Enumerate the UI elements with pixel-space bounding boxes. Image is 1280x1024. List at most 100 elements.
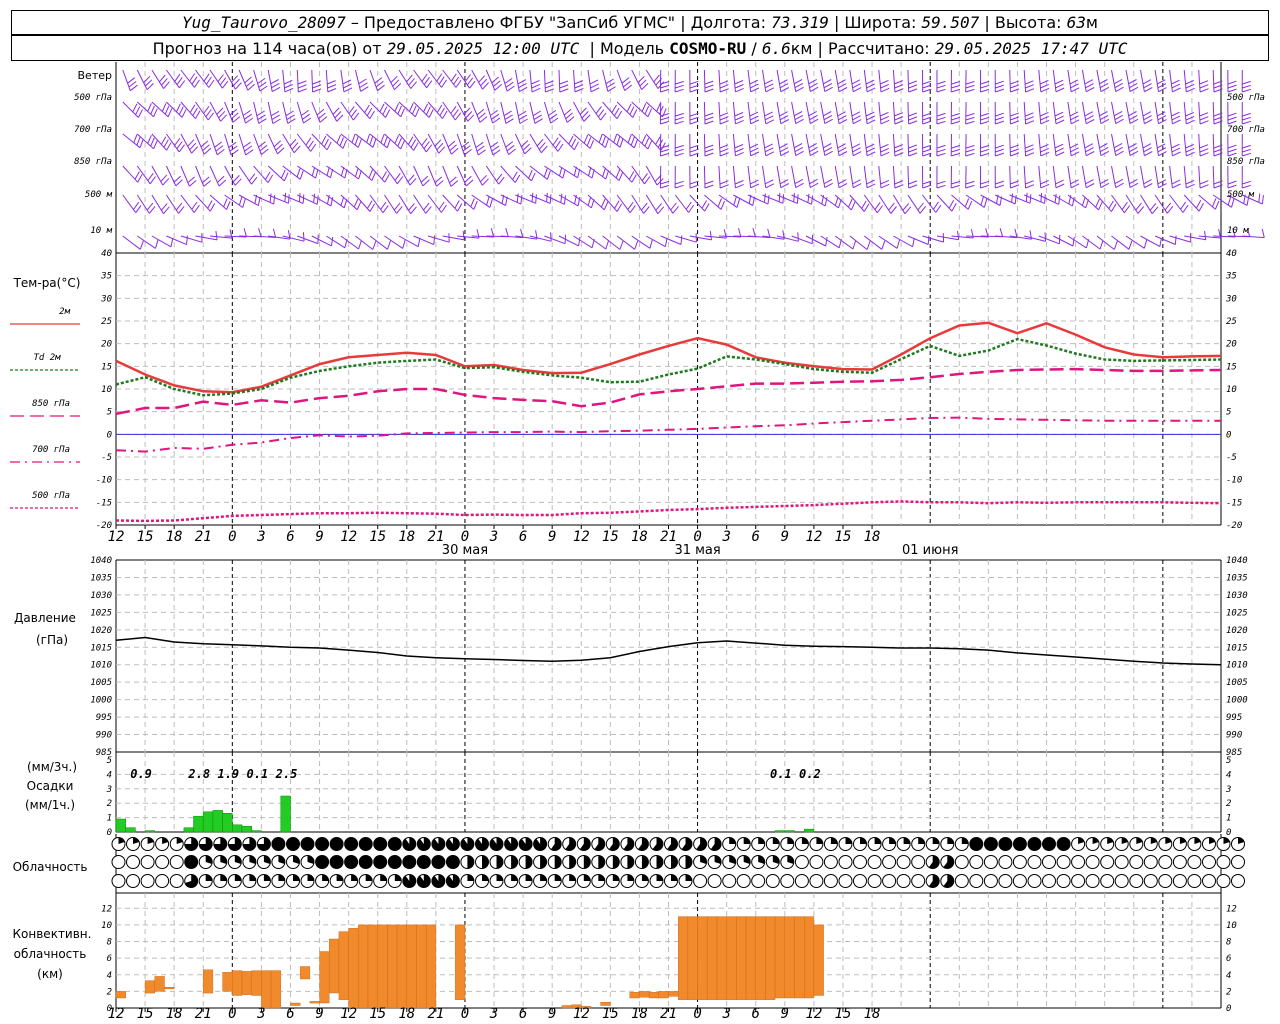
cloud-symbol xyxy=(1143,874,1158,888)
temp-tick-right: 10 xyxy=(1226,385,1237,395)
conv-tick-left: 2 xyxy=(107,987,112,997)
cloud-symbol-fill xyxy=(969,837,983,851)
cloud-symbol-fill xyxy=(330,837,344,851)
cloud-symbol-fill xyxy=(845,837,852,844)
wind-barb xyxy=(136,165,156,185)
wind-barb xyxy=(282,69,294,93)
conv-bar xyxy=(639,991,650,998)
cloud-symbol xyxy=(954,874,969,888)
wind-barb xyxy=(1140,69,1153,93)
cloud-symbol xyxy=(1071,855,1086,869)
cloud-symbol-fill xyxy=(1057,837,1071,851)
wind-barb xyxy=(573,101,591,122)
wind-barb xyxy=(1052,133,1065,157)
wind-barb xyxy=(442,165,459,187)
wind-barb xyxy=(602,69,616,92)
time-axis-label: 15 xyxy=(369,529,386,545)
conv-title-2: облачность xyxy=(14,947,87,961)
time-axis-label: 12 xyxy=(340,529,357,545)
cloud-symbol-fill xyxy=(540,874,547,881)
wind-barb xyxy=(849,101,862,125)
conv-bar xyxy=(426,924,437,1009)
cloud-symbol xyxy=(1231,855,1245,869)
time-axis-label: 18 xyxy=(166,529,183,545)
wind-barb xyxy=(413,165,430,187)
wind-barb xyxy=(791,234,814,245)
temp-title: Тем-ра(°С) xyxy=(13,276,81,290)
cloud-symbol-fill xyxy=(947,837,954,844)
cloud-symbol xyxy=(111,874,126,888)
temp-tick-right: 40 xyxy=(1226,249,1237,259)
pres-tick-right: 1030 xyxy=(1226,591,1248,601)
cloud-symbol-fill xyxy=(446,855,460,869)
cloud-symbol xyxy=(794,855,809,869)
wind-barb xyxy=(1183,165,1195,189)
precip-total-label: 1.9 xyxy=(217,767,239,781)
time-axis-label: 21 xyxy=(660,1006,677,1022)
cloud-symbol-fill xyxy=(525,874,533,881)
time-axis-label: 6 xyxy=(519,1006,527,1022)
wind-barb xyxy=(616,194,636,213)
time-axis-label: 18 xyxy=(398,1006,415,1022)
wind-barb xyxy=(573,69,584,93)
pres-tick-right: 1040 xyxy=(1226,556,1248,566)
wind-barb xyxy=(878,165,890,189)
pres-tick-left: 1035 xyxy=(90,573,112,583)
wind-barb xyxy=(209,229,233,239)
cloud-symbol-fill xyxy=(932,837,940,844)
conv-bar xyxy=(396,924,408,1009)
wind-barb xyxy=(209,101,228,122)
conv-bar xyxy=(241,971,252,995)
wind-barb xyxy=(224,165,242,186)
wind-barb xyxy=(1154,165,1167,189)
wind-barb xyxy=(471,165,489,186)
time-axis-label: 3 xyxy=(721,1006,730,1022)
wind-barb xyxy=(747,101,760,125)
wind-barb xyxy=(1038,69,1050,93)
precip-total-label: 2.5 xyxy=(275,767,298,781)
wind-barb xyxy=(325,101,344,122)
wind-barb xyxy=(936,230,960,241)
wind-barb xyxy=(674,194,695,213)
cloud-symbol-fill xyxy=(554,855,562,869)
cloud-symbol xyxy=(983,874,998,888)
time-axis-label: 12 xyxy=(805,529,822,545)
wind-barb xyxy=(1053,194,1075,207)
wind-barb xyxy=(587,101,607,121)
wind-barb xyxy=(500,101,514,124)
cloud-symbol-fill xyxy=(359,837,373,851)
cloud-symbol-fill xyxy=(511,874,518,881)
wind-barb xyxy=(1096,165,1110,189)
time-axis-label: 15 xyxy=(835,529,852,545)
time-axis-label: 15 xyxy=(602,1006,619,1022)
conv-tick-right: 8 xyxy=(1226,938,1231,948)
conv-tick-right: 10 xyxy=(1226,921,1237,931)
precip-tick-right: 0 xyxy=(1226,828,1231,838)
temp-tick-right: 20 xyxy=(1226,340,1237,350)
wind-barb xyxy=(1125,69,1139,93)
cloud-symbol xyxy=(1172,855,1187,869)
cloud-symbol xyxy=(911,874,926,888)
conv-bar xyxy=(600,1002,611,1006)
precip-bar xyxy=(784,830,795,833)
conv-tick-left: 12 xyxy=(101,904,112,914)
cloud-symbol xyxy=(1158,874,1173,888)
time-axis-label: 15 xyxy=(137,1006,154,1022)
wind-barb xyxy=(1038,133,1050,157)
wind-barb xyxy=(1009,165,1020,189)
cloud-symbol-fill xyxy=(641,855,649,869)
conv-bar xyxy=(309,1001,320,1004)
wind-barb xyxy=(747,69,760,93)
temp-legend-label: 700 гПа xyxy=(32,445,70,455)
cloud-symbol xyxy=(969,874,984,888)
precip-tick-left: 2 xyxy=(107,799,112,809)
cloud-symbol xyxy=(707,874,722,888)
cloud-symbol xyxy=(693,874,708,888)
wind-barb xyxy=(456,133,472,156)
cloud-symbol-fill xyxy=(301,837,314,851)
wind-barb xyxy=(238,101,254,124)
time-axis-label: 9 xyxy=(548,1006,556,1022)
wind-barb xyxy=(151,165,170,186)
precip-title: Осадки xyxy=(27,779,74,793)
precip-tick-left: 3 xyxy=(106,785,112,795)
